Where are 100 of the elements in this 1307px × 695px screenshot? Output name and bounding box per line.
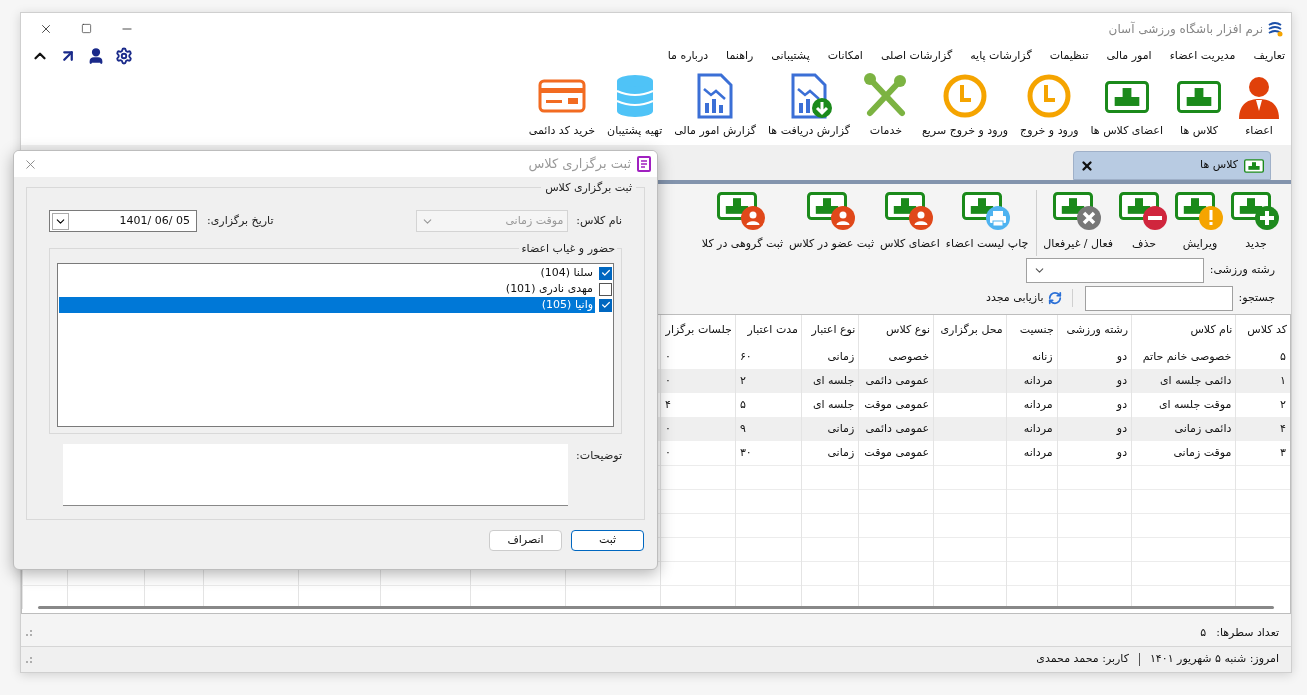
- resize-grip-icon[interactable]: [25, 655, 33, 664]
- table-cell: ۴: [1280, 421, 1286, 435]
- field-label: تاریخ برگزاری:: [207, 212, 274, 229]
- document-icon: [637, 156, 651, 172]
- table-cell: مردانه: [1023, 445, 1053, 459]
- toolbar-button[interactable]: ثبت عضو در کلاس: [789, 190, 874, 253]
- toolbar-button[interactable]: چاپ لیست اعضاء: [945, 190, 1029, 253]
- toolbar-button[interactable]: فعال / غیرفعال: [1043, 190, 1113, 253]
- board-person-icon: [717, 190, 768, 232]
- menu-item[interactable]: گزارشات پایه: [970, 48, 1032, 65]
- close-icon[interactable]: [1080, 158, 1094, 173]
- ribbon-button[interactable]: گزارش امور مالی: [674, 72, 756, 140]
- settings-icon[interactable]: [115, 47, 133, 66]
- table-cell: دو: [1116, 373, 1128, 387]
- tab[interactable]: کلاس ها: [1073, 151, 1271, 181]
- ribbon-button[interactable]: اعضای کلاس ها: [1090, 72, 1163, 140]
- table-cell: دو: [1116, 445, 1128, 459]
- refresh-button[interactable]: بازیابی مجدد: [982, 289, 1066, 307]
- class-select: موقت زمانی: [416, 210, 569, 232]
- ribbon-button[interactable]: خدمات: [861, 72, 910, 140]
- menu-item[interactable]: امکانات: [827, 48, 863, 65]
- table-cell: ۶۰: [739, 349, 752, 363]
- sport-select[interactable]: [1025, 257, 1204, 283]
- ribbon-button[interactable]: تهیه پشتیبان: [607, 72, 663, 140]
- cancel-button[interactable]: انصراف: [489, 530, 562, 551]
- ribbon-button[interactable]: اعضاء: [1235, 72, 1283, 140]
- status-user: کاربر: محمد محمدی: [1036, 651, 1129, 668]
- table-cell: دو: [1116, 421, 1128, 435]
- horizontal-scrollbar[interactable]: [38, 606, 1274, 609]
- menu-item[interactable]: امور مالی: [1106, 48, 1152, 65]
- checkbox[interactable]: [599, 282, 612, 296]
- ribbon-button[interactable]: ورود و خروج سریع: [921, 72, 1009, 140]
- member-item[interactable]: سلنا (104): [59, 265, 612, 281]
- table-cell: مردانه: [1023, 397, 1053, 411]
- board-plus-icon: [1231, 190, 1281, 232]
- menu-item[interactable]: تنظیمات: [1049, 48, 1089, 65]
- table-cell: ۱: [1280, 373, 1286, 387]
- table-cell: جلسه ای: [812, 373, 855, 387]
- group-title: ثبت برگزاری کلاس: [541, 180, 636, 197]
- refresh-icon: [1047, 291, 1062, 305]
- table-cell: زمانی: [827, 421, 855, 435]
- table-cell: عمومی موقت: [864, 445, 930, 459]
- group-title: حضور و غیاب اعضاء: [519, 241, 617, 258]
- window-title: نرم افزار باشگاه ورزشی آسان: [1108, 20, 1263, 38]
- status-date: امروز: شنبه ۵ شهریور ۱۴۰۱: [1149, 651, 1279, 668]
- table-cell: زنانه: [1032, 349, 1053, 363]
- toolbar-button[interactable]: اعضای کلاس: [880, 190, 940, 253]
- search-field[interactable]: [1084, 285, 1233, 311]
- table-cell: دائمی جلسه ای: [1160, 373, 1232, 387]
- table-cell: ۰: [665, 349, 671, 363]
- ribbon-button[interactable]: گزارش دریافت ها: [768, 72, 850, 140]
- search-label: جستجو:: [1238, 289, 1275, 306]
- table-cell: ۰: [665, 445, 671, 459]
- table-cell: زمانی: [827, 349, 855, 363]
- maximize-icon[interactable]: [81, 23, 92, 35]
- table-cell: خصوصی: [888, 349, 930, 363]
- table-cell: ۵: [739, 397, 746, 411]
- board-person-icon: [884, 190, 935, 232]
- table-cell: ۳: [1280, 445, 1286, 459]
- app-logo-icon: [1267, 20, 1283, 37]
- menu-item[interactable]: درباره ما: [667, 48, 709, 65]
- table-cell: جلسه ای: [812, 397, 855, 411]
- table-cell: موقت زمانی: [1173, 445, 1232, 459]
- submit-button[interactable]: ثبت: [571, 530, 644, 551]
- clock-icon: [941, 72, 989, 119]
- resize-grip-icon[interactable]: [25, 629, 33, 637]
- table-cell: ۹: [739, 421, 746, 435]
- notes-field[interactable]: [63, 444, 568, 506]
- table-cell: ۰: [665, 373, 671, 387]
- toolbar-button[interactable]: ویرایش: [1175, 190, 1225, 253]
- table-cell: مردانه: [1023, 373, 1053, 387]
- menu-item[interactable]: گزارشات اصلی: [880, 48, 953, 65]
- checkbox[interactable]: [599, 266, 612, 280]
- table-cell: مردانه: [1023, 421, 1053, 435]
- field-label: توضیحات:: [578, 448, 622, 464]
- toolbar-button[interactable]: ثبت گروهی در کلا: [701, 190, 784, 253]
- board-printer-icon: [962, 190, 1013, 232]
- table-cell: ۲: [739, 373, 746, 387]
- menu-item[interactable]: راهنما: [726, 48, 754, 65]
- toolbar-button[interactable]: جدید: [1231, 190, 1281, 253]
- date-select[interactable]: 1401/ 06/ 05: [49, 210, 197, 232]
- toolbar-button[interactable]: حذف: [1119, 190, 1169, 253]
- menu-item[interactable]: پشتیبانی: [771, 48, 810, 65]
- table-cell: ۲: [1280, 397, 1286, 411]
- table-cell: ۰: [665, 421, 671, 435]
- table-cell: موقت جلسه ای: [1158, 397, 1232, 411]
- menu-item[interactable]: مدیریت اعضاء: [1169, 48, 1236, 65]
- table-cell: عمومی دائمی: [865, 373, 930, 387]
- menu-item[interactable]: تعاریف: [1253, 48, 1285, 65]
- dialog-title: ثبت برگزاری کلاس: [528, 155, 631, 174]
- checkbox[interactable]: [599, 298, 612, 312]
- board-cross-icon: [1053, 190, 1104, 232]
- user-icon[interactable]: [87, 47, 105, 66]
- table-cell: دو: [1116, 397, 1128, 411]
- board-person-icon: [806, 190, 857, 232]
- ribbon-button[interactable]: کلاس ها: [1175, 72, 1223, 140]
- ribbon-button[interactable]: خرید کد دائمی: [528, 72, 596, 140]
- ribbon-button[interactable]: ورود و خروج: [1020, 72, 1079, 140]
- member-item[interactable]: مهدی نادری (101): [59, 281, 612, 297]
- field-label: نام کلاس:: [576, 212, 622, 229]
